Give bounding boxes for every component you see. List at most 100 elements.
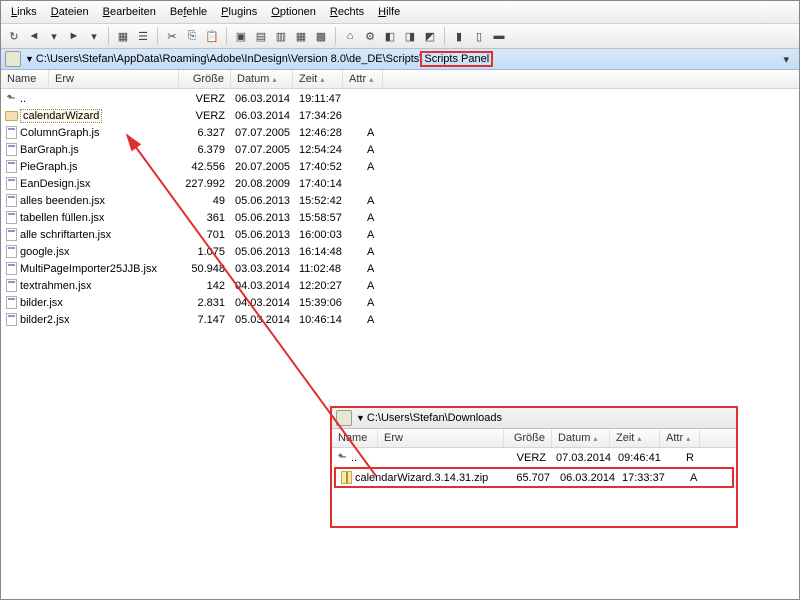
tb-icon-4[interactable]: ▦: [292, 27, 310, 45]
tb-icon-10[interactable]: ◩: [421, 27, 439, 45]
dropdown-icon[interactable]: ▼: [25, 54, 34, 64]
file-row[interactable]: MultiPageImporter25JJB.jsx50.94803.03.20…: [1, 260, 799, 277]
cell-time: 17:33:37: [620, 472, 676, 484]
tb-icon-7[interactable]: ⚙: [361, 27, 379, 45]
cell-date: 04.03.2014: [231, 297, 297, 309]
dropdown-icon[interactable]: ▼: [356, 413, 365, 423]
up-icon: ⬑: [4, 92, 18, 106]
highlighted-row: calendarWizard.3.14.31.zip65.70706.03.20…: [334, 467, 734, 488]
tb-icon-3[interactable]: ▥: [272, 27, 290, 45]
cell-time: 12:20:27: [297, 280, 353, 292]
paste-icon[interactable]: 📋: [203, 27, 221, 45]
cell-size: 6.327: [179, 127, 231, 139]
cell-attr: A: [353, 144, 389, 156]
file-row[interactable]: textrahmen.jsx14204.03.201412:20:27A: [1, 277, 799, 294]
second-path-bar[interactable]: ▼ C:\Users\Stefan\Downloads: [332, 408, 736, 429]
script-file-icon: [4, 262, 18, 276]
menu-optionen[interactable]: Optionen: [265, 3, 322, 21]
file-row[interactable]: alles beenden.jsx4905.06.201315:52:42A: [1, 192, 799, 209]
cell-attr: A: [353, 195, 389, 207]
tb-icon-5[interactable]: ▩: [312, 27, 330, 45]
col-size[interactable]: Größe: [179, 70, 231, 88]
tb-icon-6[interactable]: ⌂: [341, 27, 359, 45]
zip-file-icon: [339, 471, 353, 485]
col-attr[interactable]: Attr ▴: [343, 70, 383, 88]
col-name[interactable]: Name: [1, 70, 49, 88]
copy-icon[interactable]: ⎘: [183, 27, 201, 45]
cell-size: 65.707: [508, 472, 556, 484]
file-name: google.jsx: [20, 246, 70, 258]
cell-time: 17:40:14: [297, 178, 353, 190]
file-row[interactable]: bilder2.jsx7.14705.03.201410:46:14A: [1, 311, 799, 328]
menu-bearbeiten[interactable]: Bearbeiten: [97, 3, 162, 21]
menu-plugins[interactable]: Plugins: [215, 3, 263, 21]
file-name: PieGraph.js: [20, 161, 77, 173]
up-row[interactable]: ⬑.. VERZ 07.03.2014 09:46:41 R: [332, 449, 736, 466]
col-size[interactable]: Größe: [504, 429, 552, 447]
file-row[interactable]: tabellen füllen.jsx36105.06.201315:58:57…: [1, 209, 799, 226]
col-attr[interactable]: Attr ▴: [660, 429, 700, 447]
tb-icon-9[interactable]: ◨: [401, 27, 419, 45]
script-file-icon: [4, 194, 18, 208]
col-date[interactable]: Datum ▴: [552, 429, 610, 447]
col-time[interactable]: Zeit ▴: [610, 429, 660, 447]
tb-icon-2[interactable]: ▤: [252, 27, 270, 45]
refresh-icon[interactable]: ↻: [5, 27, 23, 45]
menu-befehle[interactable]: Befehle: [164, 3, 213, 21]
file-row[interactable]: BarGraph.js6.37907.07.200512:54:24A: [1, 141, 799, 158]
cell-date: 03.03.2014: [231, 263, 297, 275]
file-row[interactable]: EanDesign.jsx227.99220.08.200917:40:14: [1, 175, 799, 192]
file-row[interactable]: calendarWizard.3.14.31.zip65.70706.03.20…: [336, 469, 732, 486]
forward-icon[interactable]: ►: [65, 27, 83, 45]
menu-dateien[interactable]: Dateien: [45, 3, 95, 21]
cell-size: 361: [179, 212, 231, 224]
cell-attr: A: [353, 263, 389, 275]
cell-date: 07.07.2005: [231, 127, 297, 139]
col-time[interactable]: Zeit ▴: [293, 70, 343, 88]
cell-date: 05.06.2013: [231, 195, 297, 207]
cell-time: 11:02:48: [297, 263, 353, 275]
col-erw[interactable]: Erw: [378, 429, 504, 447]
tb-icon-1[interactable]: ▣: [232, 27, 250, 45]
col-erw[interactable]: Erw: [49, 70, 179, 88]
menu-links[interactable]: Links: [5, 3, 43, 21]
cell-time: 16:00:03: [297, 229, 353, 241]
tb-icon-11[interactable]: ▮: [450, 27, 468, 45]
tb-icon-8[interactable]: ◧: [381, 27, 399, 45]
menu-rechts[interactable]: Rechts: [324, 3, 370, 21]
cell-attr: A: [353, 229, 389, 241]
views-icon[interactable]: ▦: [114, 27, 132, 45]
file-row[interactable]: ColumnGraph.js6.32707.07.200512:46:28A: [1, 124, 799, 141]
path-dropdown-icon[interactable]: ▾: [777, 53, 795, 66]
dropdown-icon[interactable]: ▾: [45, 27, 63, 45]
main-file-list: ⬑.. VERZ 06.03.2014 19:11:47 calendarWiz…: [1, 89, 799, 329]
back-icon[interactable]: ◄: [25, 27, 43, 45]
second-panel: ▼ C:\Users\Stefan\Downloads Name Erw Grö…: [330, 406, 738, 528]
tb-icon-12[interactable]: ▯: [470, 27, 488, 45]
cell-attr: A: [353, 280, 389, 292]
cell-size: 7.147: [179, 314, 231, 326]
up-row[interactable]: ⬑.. VERZ 06.03.2014 19:11:47: [1, 90, 799, 107]
file-row[interactable]: PieGraph.js42.55620.07.200517:40:52A: [1, 158, 799, 175]
file-row[interactable]: bilder.jsx2.83104.03.201415:39:06A: [1, 294, 799, 311]
tb-icon-13[interactable]: ▬: [490, 27, 508, 45]
script-file-icon: [4, 313, 18, 327]
file-row[interactable]: alle schriftarten.jsx70105.06.201316:00:…: [1, 226, 799, 243]
cell-date: 07.07.2005: [231, 144, 297, 156]
cut-icon[interactable]: ✂: [163, 27, 181, 45]
tree-icon[interactable]: ☰: [134, 27, 152, 45]
file-row[interactable]: calendarWizardVERZ06.03.201417:34:26: [1, 107, 799, 124]
menu-bar: Links Dateien Bearbeiten Befehle Plugins…: [1, 1, 799, 24]
cell-size: VERZ: [179, 110, 231, 122]
col-name[interactable]: Name: [332, 429, 378, 447]
file-row[interactable]: google.jsx1.07505.06.201316:14:48A: [1, 243, 799, 260]
cell-size: 42.556: [179, 161, 231, 173]
script-file-icon: [4, 126, 18, 140]
script-file-icon: [4, 296, 18, 310]
cell-date: 06.03.2014: [556, 472, 620, 484]
col-date[interactable]: Datum ▴: [231, 70, 293, 88]
main-path-bar[interactable]: ▼ C:\Users\Stefan\AppData\Roaming\Adobe\…: [1, 49, 799, 70]
menu-hilfe[interactable]: Hilfe: [372, 3, 406, 21]
cell-date: 06.03.2014: [231, 110, 297, 122]
dropdown2-icon[interactable]: ▾: [85, 27, 103, 45]
